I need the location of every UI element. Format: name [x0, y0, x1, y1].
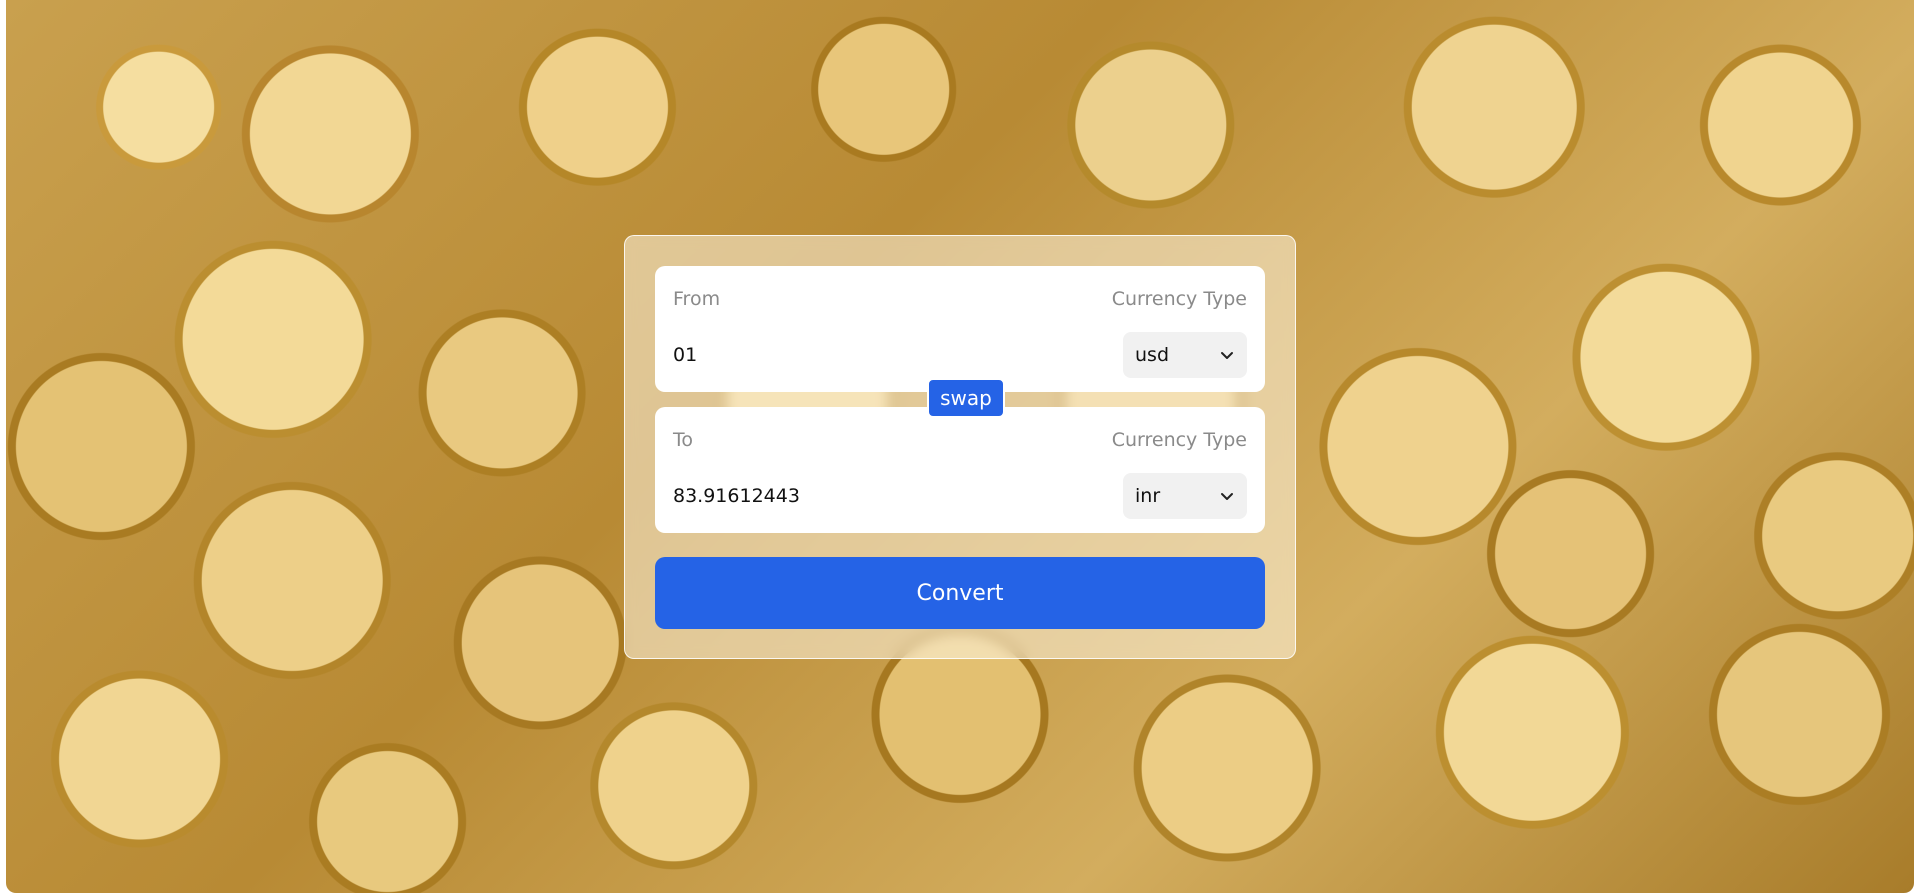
from-label: From: [673, 288, 721, 310]
to-currency-type-label: Currency Type: [1111, 429, 1247, 451]
convert-button[interactable]: Convert: [655, 557, 1265, 629]
from-header: From Currency Type: [673, 288, 1247, 314]
chevron-down-icon: [1221, 493, 1233, 500]
from-currency-select[interactable]: usd: [1123, 332, 1247, 378]
from-currency-value: usd: [1135, 344, 1170, 366]
to-header: To Currency Type: [673, 429, 1247, 455]
from-currency-type-label: Currency Type: [1111, 288, 1247, 310]
to-amount-input[interactable]: [673, 485, 973, 507]
to-box: To Currency Type inr: [655, 407, 1265, 533]
to-inputs: inr: [673, 473, 1247, 535]
chevron-down-icon: [1221, 352, 1233, 359]
to-currency-select[interactable]: inr: [1123, 473, 1247, 519]
to-currency-value: inr: [1135, 485, 1161, 507]
background-coins-image: From Currency Type usd To Currency Type: [6, 0, 1914, 893]
from-box: From Currency Type usd: [655, 266, 1265, 392]
to-label: To: [673, 429, 694, 451]
from-amount-input[interactable]: [673, 344, 973, 366]
swap-button[interactable]: swap: [927, 378, 1005, 418]
currency-converter-card: From Currency Type usd To Currency Type: [624, 235, 1296, 659]
